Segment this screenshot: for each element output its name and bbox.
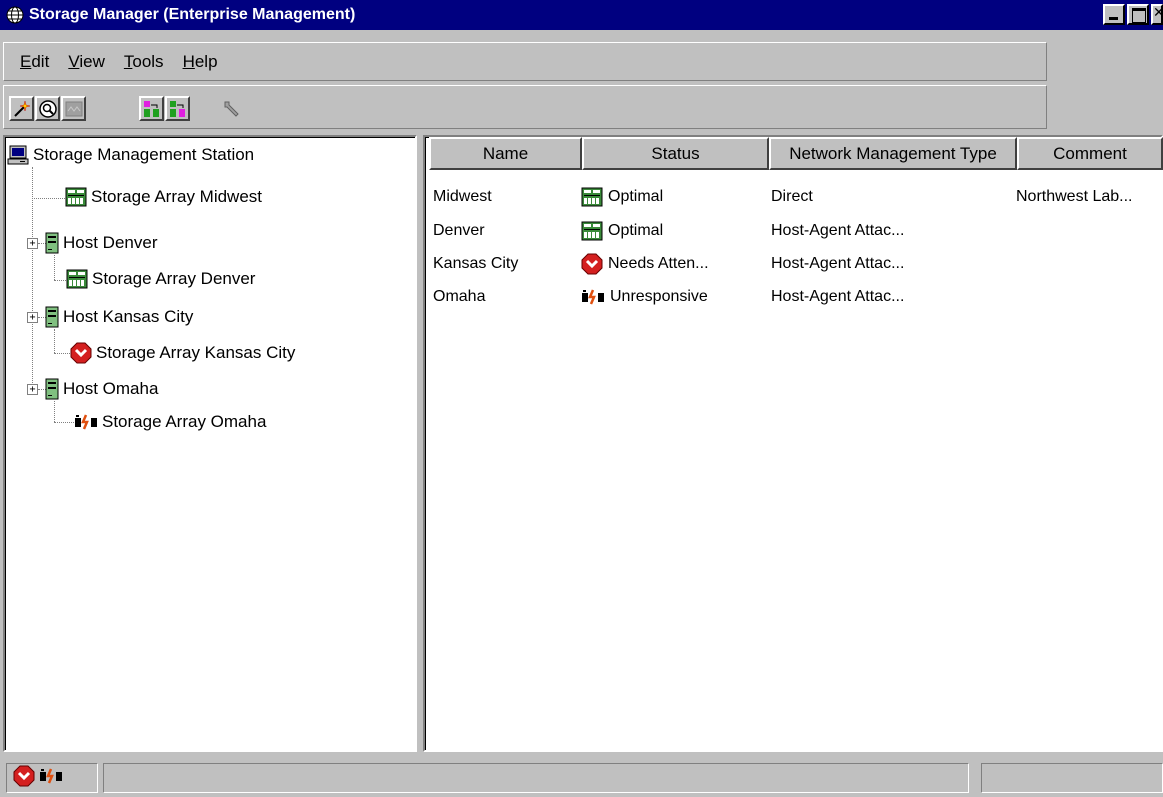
automatic-discovery-icon (38, 99, 57, 118)
tree-node-host-kansas-city[interactable]: Host Kansas City (45, 306, 193, 328)
host-icon (45, 378, 59, 400)
tree-label: Storage Array Omaha (102, 412, 267, 431)
needs-attention-icon (581, 253, 603, 275)
menu-view[interactable]: View (68, 52, 105, 72)
maximize-button[interactable] (1127, 4, 1149, 25)
cell-network-type: Direct (771, 188, 813, 205)
tree-label: Storage Array Kansas City (96, 343, 296, 362)
status-icons (6, 763, 98, 793)
new-storage-array-button[interactable] (9, 96, 34, 121)
cell-name: Midwest (433, 188, 492, 205)
rescan-icon (65, 101, 82, 116)
configure-alerts-button[interactable] (219, 96, 244, 121)
expand-host-omaha-icon[interactable]: + (27, 384, 38, 395)
remove-host-button[interactable] (165, 96, 190, 121)
optimal-icon (581, 187, 603, 207)
table-row[interactable]: Omaha Unresponsive Host-Agent Attac... (425, 281, 1160, 313)
host-icon (45, 232, 59, 254)
tree-node-host-denver[interactable]: Host Denver (45, 232, 157, 254)
tree-label: Storage Management Station (33, 145, 255, 164)
title-bar: Storage Manager (Enterprise Management) (0, 0, 1163, 30)
cell-network-type: Host-Agent Attac... (771, 255, 905, 272)
cell-name: Denver (433, 222, 485, 239)
automatic-discovery-button[interactable] (35, 96, 60, 121)
close-button[interactable] (1151, 4, 1163, 25)
menu-help[interactable]: Help (183, 52, 218, 72)
needs-attention-icon[interactable] (13, 765, 35, 792)
tree-node-storage-array-denver[interactable]: Storage Array Denver (66, 269, 255, 289)
management-station-icon (7, 145, 29, 165)
globe-icon (6, 6, 24, 24)
menu-bar: Edit View Tools Help (3, 42, 1047, 81)
status-info (981, 763, 1163, 793)
expand-host-kansas-city-icon[interactable]: + (27, 312, 38, 323)
storage-array-optimal-icon (65, 187, 87, 207)
column-header-name[interactable]: Name (429, 137, 582, 170)
expand-host-denver-icon[interactable]: + (27, 238, 38, 249)
table-row[interactable]: Kansas City Needs Atten... Host-Agent At… (425, 248, 1160, 280)
cell-status: Unresponsive (577, 288, 766, 306)
cell-status: Optimal (577, 221, 766, 241)
toolbar (3, 85, 1047, 129)
configure-alerts-icon (224, 101, 239, 117)
cell-name: Omaha (433, 288, 486, 305)
cell-comment: Northwest Lab... (1016, 188, 1133, 205)
table-row[interactable]: Denver Optimal Host-Agent Attac... (425, 215, 1160, 247)
host-icon (45, 306, 59, 328)
minimize-button[interactable] (1103, 4, 1125, 25)
cell-status: Optimal (577, 187, 766, 207)
window-title: Storage Manager (Enterprise Management) (29, 6, 356, 23)
cell-name: Kansas City (433, 255, 519, 272)
unresponsive-icon (74, 414, 98, 430)
remove-host-icon (169, 100, 185, 117)
rescan-button[interactable] (61, 96, 86, 121)
table-row[interactable]: Midwest Optimal Direct Northwest Lab... (425, 181, 1160, 213)
tree-label: Storage Array Denver (92, 269, 256, 288)
new-storage-array-icon (13, 100, 30, 117)
column-header-network-management-type[interactable]: Network Management Type (769, 137, 1017, 170)
status-bar (0, 758, 1163, 797)
unresponsive-icon (581, 289, 605, 305)
tree-label: Host Denver (63, 233, 158, 252)
tree-node-host-omaha[interactable]: Host Omaha (45, 378, 158, 400)
menu-tools[interactable]: Tools (124, 52, 164, 72)
tree-node-storage-array-omaha[interactable]: Storage Array Omaha (74, 412, 266, 432)
tree-node-storage-array-midwest[interactable]: Storage Array Midwest (65, 187, 262, 207)
cell-network-type: Host-Agent Attac... (771, 222, 905, 239)
cell-status: Needs Atten... (577, 253, 766, 275)
column-header-status[interactable]: Status (582, 137, 769, 170)
table-header: Name Status Network Management Type Comm… (425, 137, 1163, 170)
add-host-button[interactable] (139, 96, 164, 121)
unresponsive-icon[interactable] (39, 768, 63, 789)
tree-label: Storage Array Midwest (91, 187, 263, 206)
optimal-icon (581, 221, 603, 241)
storage-array-table: Name Status Network Management Type Comm… (423, 135, 1163, 752)
column-header-comment[interactable]: Comment (1017, 137, 1163, 170)
storage-array-optimal-icon (66, 269, 88, 289)
tree-node-storage-array-kansas-city[interactable]: Storage Array Kansas City (70, 342, 295, 364)
cell-network-type: Host-Agent Attac... (771, 288, 905, 305)
tree-label: Host Kansas City (63, 307, 194, 326)
device-tree[interactable]: + + + Storage Management Station Storage… (3, 135, 417, 752)
status-message (103, 763, 969, 793)
tree-label: Host Omaha (63, 379, 159, 398)
menu-edit[interactable]: Edit (20, 52, 49, 72)
tree-node-management-station[interactable]: Storage Management Station (7, 145, 254, 165)
add-host-icon (143, 100, 159, 117)
needs-attention-icon (70, 342, 92, 364)
